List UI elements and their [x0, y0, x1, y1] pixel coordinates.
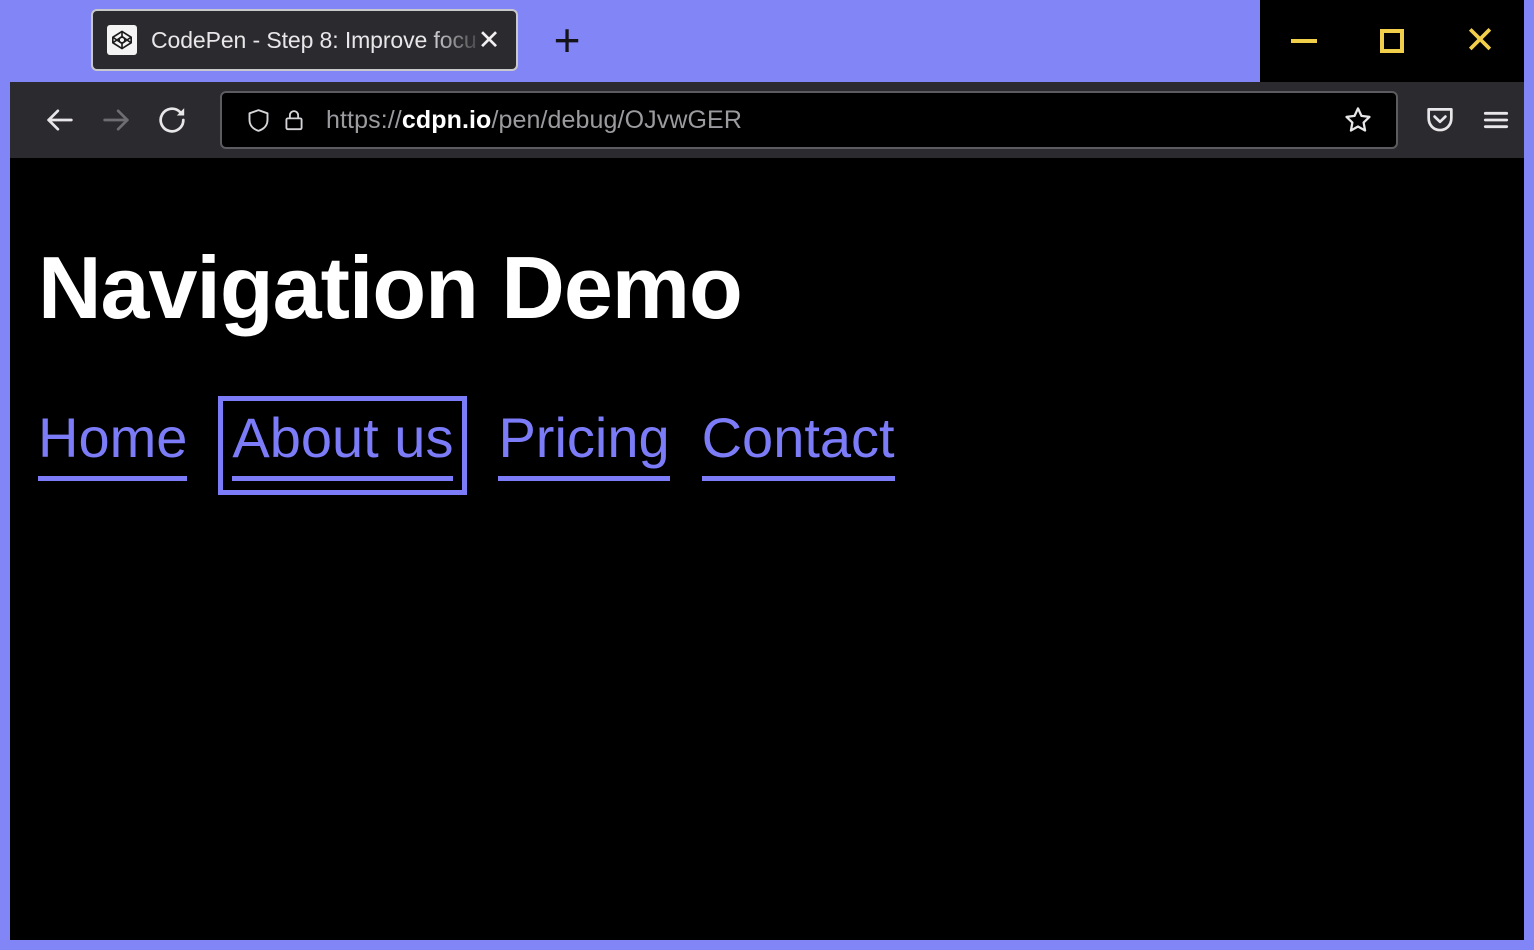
page-viewport-container: Navigation Demo Home About us Pricing Conta…: [0, 158, 1534, 950]
navigation-toolbar-container: https://cdpn.io/pen/debug/OJvwGER: [0, 82, 1534, 158]
url-bar[interactable]: https://cdpn.io/pen/debug/OJvwGER: [220, 91, 1398, 149]
reload-button[interactable]: [144, 92, 200, 148]
padlock-icon[interactable]: [276, 102, 312, 138]
browser-tab-codepen[interactable]: CodePen - Step 8: Improve focu ✕: [91, 9, 518, 71]
new-tab-button[interactable]: +: [536, 9, 598, 71]
maximize-icon: [1380, 29, 1404, 53]
shield-icon[interactable]: [240, 102, 276, 138]
close-button[interactable]: ✕: [1443, 0, 1517, 82]
forward-button[interactable]: [88, 92, 144, 148]
nav-link-home[interactable]: Home: [38, 410, 187, 481]
tab-title: CodePen - Step 8: Improve focu: [151, 27, 478, 54]
back-button[interactable]: [32, 92, 88, 148]
browser-window: CodePen - Step 8: Improve focu ✕ + ✕: [0, 0, 1534, 950]
minimize-icon: [1291, 39, 1317, 43]
pocket-button[interactable]: [1412, 92, 1468, 148]
star-icon[interactable]: [1336, 98, 1380, 142]
nav-link-about-us[interactable]: About us: [232, 410, 453, 481]
minimize-button[interactable]: [1267, 0, 1341, 82]
codepen-logo-icon: [107, 25, 137, 55]
site-navigation: Home About us Pricing Contact: [38, 410, 1496, 481]
close-icon: ✕: [1464, 22, 1496, 60]
hamburger-menu-icon[interactable]: [1468, 92, 1524, 148]
nav-link-contact[interactable]: Contact: [702, 410, 895, 481]
maximize-button[interactable]: [1355, 0, 1429, 82]
page-title: Navigation Demo: [38, 244, 1496, 332]
url-text[interactable]: https://cdpn.io/pen/debug/OJvwGER: [326, 106, 1336, 135]
navigation-toolbar: https://cdpn.io/pen/debug/OJvwGER: [10, 82, 1524, 158]
page-viewport: Navigation Demo Home About us Pricing Conta…: [10, 158, 1524, 940]
tab-close-icon[interactable]: ✕: [474, 25, 504, 55]
window-controls: ✕: [1260, 0, 1524, 82]
tab-strip: CodePen - Step 8: Improve focu ✕ + ✕: [0, 0, 1534, 82]
nav-link-pricing[interactable]: Pricing: [498, 410, 669, 481]
